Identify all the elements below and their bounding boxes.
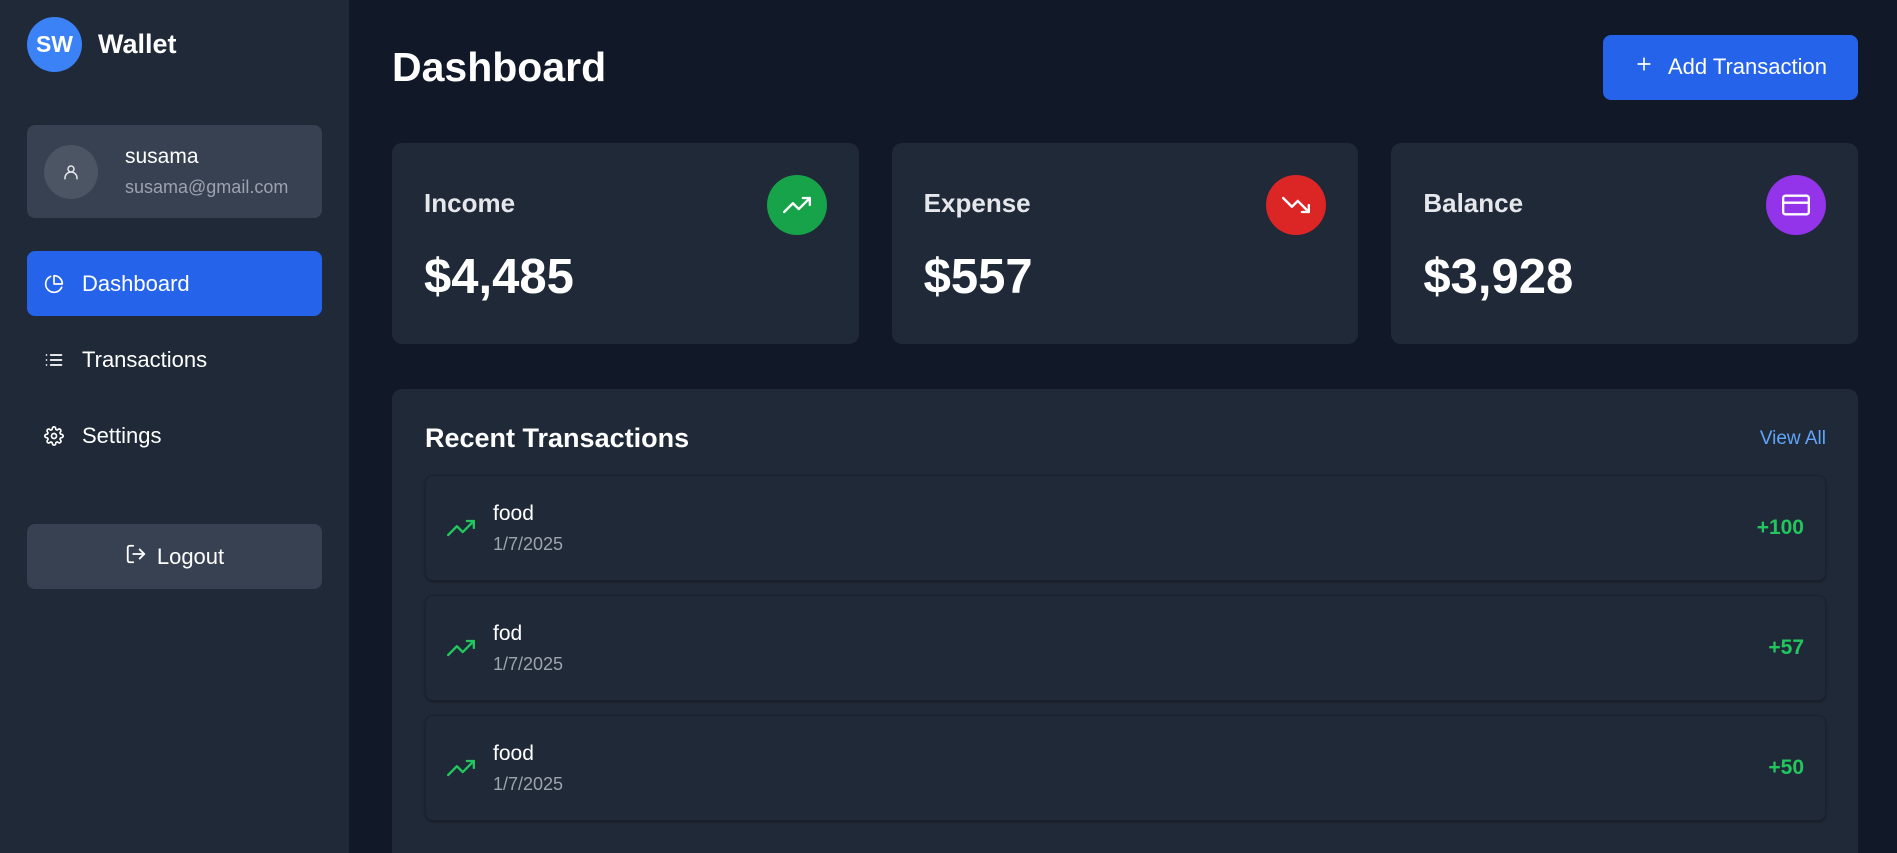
gear-icon (44, 425, 64, 446)
trending-up-icon (447, 514, 477, 542)
sidebar: SW Wallet susama susama@gmail.com Dashbo… (0, 0, 349, 853)
sidebar-item-label: Settings (82, 422, 162, 448)
add-transaction-button[interactable]: Add Transaction (1603, 34, 1858, 100)
sidebar-item-dashboard[interactable]: Dashboard (27, 251, 322, 316)
transaction-amount: +50 (1768, 756, 1804, 779)
sidebar-item-settings[interactable]: Settings (27, 403, 322, 468)
sidebar-item-transactions[interactable]: Transactions (27, 327, 322, 392)
sidebar-nav: Dashboard Transactions Settings (27, 251, 322, 468)
sidebar-item-label: Dashboard (82, 270, 190, 296)
transaction-date: 1/7/2025 (493, 773, 564, 794)
main-content: Dashboard Add Transaction Income $4,485 (349, 0, 1897, 853)
pie-chart-icon (44, 274, 64, 294)
transaction-name: food (493, 741, 534, 765)
brand-name: Wallet (98, 29, 177, 59)
stat-value: $557 (923, 250, 1033, 304)
trending-down-icon (1266, 175, 1327, 235)
trending-up-icon (447, 754, 477, 782)
add-transaction-label: Add Transaction (1668, 54, 1827, 79)
plus-icon (1634, 54, 1654, 80)
recent-transactions-title: Recent Transactions (425, 423, 690, 453)
user-icon (44, 144, 98, 199)
user-email: susama@gmail.com (125, 177, 289, 197)
transaction-date: 1/7/2025 (493, 533, 564, 554)
transaction-name: food (493, 501, 534, 525)
list-item[interactable]: fod 1/7/2025 +57 (425, 595, 1826, 701)
page-header: Dashboard Add Transaction (392, 0, 1858, 132)
stat-value: $3,928 (1423, 250, 1574, 304)
stat-card-expense: Expense $557 (891, 143, 1359, 344)
transaction-name: fod (493, 621, 523, 645)
list-icon (44, 350, 64, 370)
transaction-date: 1/7/2025 (493, 653, 564, 674)
brand-logo: SW (27, 17, 82, 72)
user-name: susama (125, 145, 199, 168)
view-all-link[interactable]: View All (1760, 428, 1826, 450)
page-title: Dashboard (392, 43, 607, 90)
logout-icon (125, 543, 147, 571)
recent-transactions-panel: Recent Transactions View All food 1/7/20… (392, 389, 1858, 853)
stats-row: Income $4,485 Expense $557 Balance $3,92… (392, 143, 1859, 344)
stat-card-income: Income $4,485 (392, 143, 859, 344)
logout-button[interactable]: Logout (27, 524, 322, 589)
trending-up-icon (447, 634, 477, 662)
trending-up-icon (766, 175, 827, 235)
list-item[interactable]: food 1/7/2025 +100 (425, 475, 1826, 581)
brand: SW Wallet (27, 17, 322, 72)
transaction-amount: +100 (1756, 516, 1804, 539)
user-card: susama susama@gmail.com (27, 125, 322, 218)
transaction-amount: +57 (1768, 636, 1804, 659)
credit-card-icon (1766, 175, 1827, 235)
sidebar-item-label: Transactions (82, 346, 208, 372)
logout-label: Logout (156, 543, 225, 569)
stat-card-balance: Balance $3,928 (1391, 143, 1859, 344)
transaction-list: food 1/7/2025 +100 fod 1/7/2025 +57 food… (425, 475, 1826, 821)
stat-value: $4,485 (424, 250, 574, 304)
list-item[interactable]: food 1/7/2025 +50 (425, 715, 1826, 821)
